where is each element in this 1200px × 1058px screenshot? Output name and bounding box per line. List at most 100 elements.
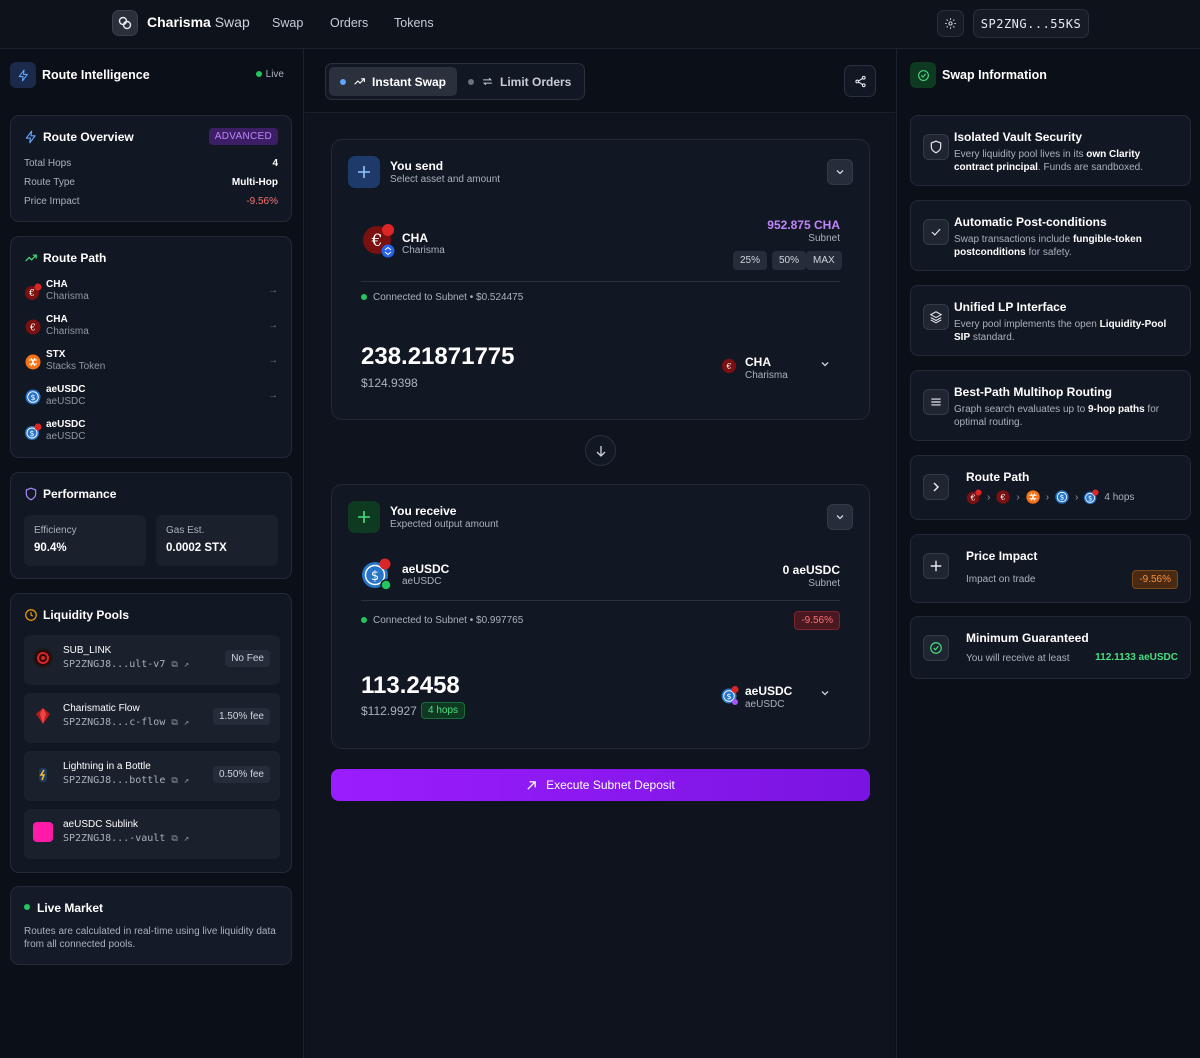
layers-icon bbox=[923, 304, 949, 330]
external-link-icon[interactable]: ↗ bbox=[184, 718, 189, 728]
cha-token-icon: € bbox=[25, 283, 42, 300]
pool-row-lightning-bottle[interactable]: Lightning in a Bottle SP2ZNGJ8...bottle ⧉… bbox=[24, 751, 280, 801]
send-balance: 952.875 CHA bbox=[767, 218, 840, 232]
minimum-guaranteed-card: Minimum Guaranteed You will receive at l… bbox=[910, 616, 1191, 679]
tab-instant-swap[interactable]: Instant Swap bbox=[329, 67, 457, 96]
nav-link-swap[interactable]: Swap bbox=[272, 16, 303, 30]
svg-text:€: € bbox=[1000, 493, 1006, 502]
external-link-icon[interactable]: ↗ bbox=[184, 660, 189, 670]
wallet-address-button[interactable]: SP2ZNG...55KS bbox=[973, 9, 1089, 38]
swap-information-header: Swap Information bbox=[897, 49, 1200, 101]
pct-25-button[interactable]: 25% bbox=[733, 251, 768, 270]
trending-up-icon bbox=[354, 78, 365, 85]
divider bbox=[361, 281, 840, 282]
nav-link-tokens[interactable]: Tokens bbox=[394, 16, 434, 30]
lightning-icon bbox=[25, 130, 36, 144]
route-path-card: Route Path € CHA Charisma → € CHA Charis… bbox=[10, 236, 292, 458]
svg-text:$: $ bbox=[1088, 495, 1092, 503]
pct-50-button[interactable]: 50% bbox=[772, 251, 807, 270]
copy-icon[interactable]: ⧉ bbox=[171, 834, 177, 844]
check-icon bbox=[923, 219, 949, 245]
svg-text:€: € bbox=[371, 231, 383, 251]
arrow-right-icon: → bbox=[268, 285, 278, 296]
usdc-token-icon: $ bbox=[25, 423, 42, 440]
receive-options-dropdown[interactable] bbox=[827, 504, 853, 530]
send-title: You send bbox=[390, 159, 444, 173]
price-impact-card: Price Impact Impact on trade -9.56% bbox=[910, 534, 1191, 603]
send-token-name: CHA bbox=[402, 231, 428, 245]
usdc-token-icon: $ bbox=[721, 686, 739, 705]
route-intelligence-header: Route Intelligence Live bbox=[0, 49, 303, 101]
svg-text:$: $ bbox=[30, 429, 35, 438]
shield-icon bbox=[923, 134, 949, 160]
flip-direction-button[interactable] bbox=[585, 435, 616, 466]
stx-token-icon bbox=[25, 354, 41, 370]
route-hops-count: 4 hops bbox=[1104, 491, 1135, 503]
receive-balance: 0 aeUSDC bbox=[782, 563, 840, 577]
chevron-down-icon bbox=[836, 515, 844, 520]
chevron-right-icon: › bbox=[1045, 491, 1050, 503]
nav-link-orders[interactable]: Orders bbox=[330, 16, 368, 30]
arrow-right-icon: → bbox=[268, 355, 278, 366]
pool-fee-badge: 0.50% fee bbox=[212, 766, 270, 783]
tab-limit-orders[interactable]: Limit Orders bbox=[466, 67, 581, 96]
receive-connection-status: Connected to Subnet • $0.997765 bbox=[361, 615, 523, 626]
settings-button[interactable] bbox=[937, 10, 964, 37]
route-path-item: $ aeUSDC aeUSDC bbox=[24, 419, 278, 447]
send-token-selector[interactable]: € CHA Charisma bbox=[719, 353, 829, 389]
swap-panel: Instant Swap Limit Orders You send Selec… bbox=[305, 49, 895, 1058]
svg-text:€: € bbox=[725, 362, 731, 371]
shield-icon bbox=[25, 487, 37, 501]
brand-logo-icon[interactable] bbox=[112, 10, 138, 36]
live-market-card: Live Market Routes are calculated in rea… bbox=[10, 886, 292, 965]
route-type-row: Route Type Multi-Hop bbox=[24, 177, 278, 188]
receive-balance-source: Subnet bbox=[808, 578, 840, 589]
copy-icon[interactable]: ⧉ bbox=[171, 776, 177, 786]
chevron-right-icon: › bbox=[987, 491, 991, 503]
share-button[interactable] bbox=[844, 65, 876, 97]
pool-row-aeusdc-sublink[interactable]: aeUSDC Sublink SP2ZNGJ8...-vault ⧉ ↗ bbox=[24, 809, 280, 859]
arrow-right-icon: → bbox=[268, 390, 278, 401]
external-link-icon[interactable]: ↗ bbox=[184, 776, 189, 786]
live-dot bbox=[24, 904, 30, 910]
multihop-routing-card: Best-Path Multihop Routing Graph search … bbox=[910, 370, 1191, 441]
sub-link-pool-icon bbox=[33, 648, 53, 668]
swap-mode-tabs: Instant Swap Limit Orders bbox=[325, 63, 585, 100]
receive-amount: 113.2458 bbox=[361, 672, 460, 699]
send-amount-input[interactable]: 238.21871775 bbox=[361, 343, 515, 371]
svg-text:€: € bbox=[28, 289, 35, 299]
receive-token-selector[interactable]: $ aeUSDC aeUSDC bbox=[719, 682, 829, 718]
live-market-title: Live Market bbox=[37, 901, 104, 915]
check-circle-icon bbox=[910, 62, 936, 88]
send-options-dropdown[interactable] bbox=[827, 159, 853, 185]
receive-amount-usd: $112.9927 bbox=[361, 704, 417, 718]
svg-text:$: $ bbox=[30, 393, 35, 402]
copy-icon[interactable]: ⧉ bbox=[171, 718, 177, 728]
execute-subnet-deposit-button[interactable]: Execute Subnet Deposit bbox=[331, 769, 870, 801]
send-token-sub: Charisma bbox=[402, 245, 445, 256]
repeat-icon bbox=[482, 77, 493, 86]
arrow-up-right-icon bbox=[527, 780, 536, 790]
pool-row-charismatic-flow[interactable]: Charismatic Flow SP2ZNGJ8...c-flow ⧉ ↗ 1.5… bbox=[24, 693, 280, 743]
gear-icon bbox=[945, 18, 956, 29]
chevron-right-icon[interactable] bbox=[923, 474, 949, 500]
receive-subtitle: Expected output amount bbox=[390, 519, 499, 530]
price-impact-badge: -9.56% bbox=[794, 611, 840, 630]
external-link-icon[interactable]: ↗ bbox=[184, 834, 189, 844]
efficiency-stat: Efficiency 90.4% bbox=[24, 515, 146, 566]
hops-badge: 4 hops bbox=[421, 702, 466, 719]
copy-icon[interactable]: ⧉ bbox=[171, 660, 177, 670]
liquidity-pools-title: Liquidity Pools bbox=[43, 608, 129, 622]
brand-name[interactable]: Charisma Swap bbox=[147, 14, 250, 30]
receive-title: You receive bbox=[390, 504, 457, 518]
chevron-down-icon bbox=[821, 362, 829, 367]
plus-icon bbox=[348, 156, 380, 188]
aeusdc-sublink-pool-icon bbox=[33, 822, 53, 842]
gas-estimate-stat: Gas Est. 0.0002 STX bbox=[156, 515, 278, 566]
pool-row-sub-link[interactable]: SUB_LINK SP2ZNGJ8...ult-v7 ⧉ ↗ No Fee bbox=[24, 635, 280, 685]
price-impact-value-badge: -9.56% bbox=[1132, 570, 1178, 589]
swap-mode-header: Instant Swap Limit Orders bbox=[305, 49, 895, 113]
cha-token-icon: € bbox=[721, 358, 737, 374]
max-button[interactable]: MAX bbox=[806, 251, 842, 270]
chevron-down-icon bbox=[821, 691, 829, 696]
